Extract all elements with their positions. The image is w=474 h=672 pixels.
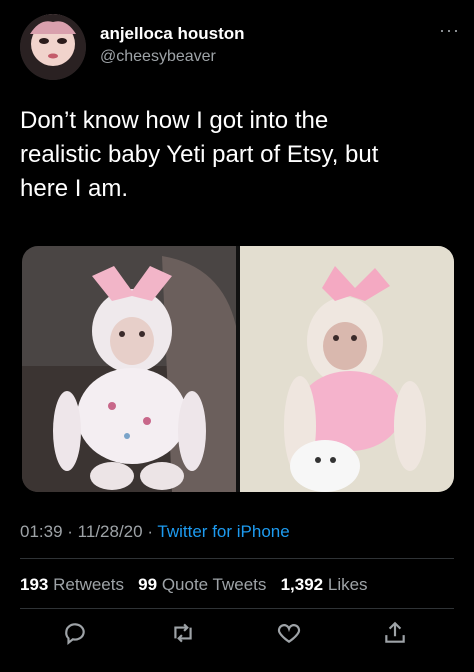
tweet-date[interactable]: 11/28/20: [78, 522, 143, 541]
tweet-stats: 193 Retweets 99 Quote Tweets 1,392 Likes: [20, 575, 368, 595]
likes-count: 1,392: [280, 575, 324, 594]
tweet-header: anjelloca houston @cheesybeaver ···: [20, 14, 460, 84]
more-icon[interactable]: ···: [439, 20, 460, 41]
tweet-source[interactable]: Twitter for iPhone: [157, 522, 289, 541]
tweet-text-line: realistic baby Yeti part of Etsy, but: [20, 141, 379, 168]
likes-stat[interactable]: 1,392 Likes: [281, 575, 368, 594]
retweets-stat[interactable]: 193 Retweets: [20, 575, 124, 594]
photo-yeti-doll-2[interactable]: [240, 246, 454, 492]
tweet-media[interactable]: [22, 246, 454, 492]
tweet-text: Don’t know how I got into the realistic …: [20, 104, 460, 206]
reply-icon[interactable]: [62, 620, 92, 650]
meta-separator: ·: [67, 522, 78, 541]
display-name[interactable]: anjelloca houston: [100, 24, 245, 44]
heart-icon[interactable]: [276, 620, 306, 650]
tweet-meta: 01:39 · 11/28/20 · Twitter for iPhone: [20, 522, 290, 542]
avatar[interactable]: [20, 14, 86, 80]
quote-tweets-label: Quote Tweets: [161, 575, 267, 594]
quote-tweets-count: 99: [138, 575, 158, 594]
meta-separator: ·: [147, 522, 158, 541]
share-icon[interactable]: [382, 620, 412, 650]
retweets-count: 193: [20, 575, 49, 594]
user-handle[interactable]: @cheesybeaver: [100, 48, 216, 66]
tweet-actions: [20, 620, 454, 654]
divider: [20, 558, 454, 559]
divider: [20, 608, 454, 609]
photo-yeti-doll-1[interactable]: [22, 246, 236, 492]
tweet-text-line: here I am.: [20, 175, 129, 202]
tweet-text-line: Don’t know how I got into the: [20, 107, 329, 134]
retweet-icon[interactable]: [170, 620, 200, 650]
tweet-time[interactable]: 01:39: [20, 522, 63, 541]
likes-label: Likes: [327, 575, 368, 594]
retweets-label: Retweets: [53, 575, 124, 594]
quote-tweets-stat[interactable]: 99 Quote Tweets: [138, 575, 266, 594]
